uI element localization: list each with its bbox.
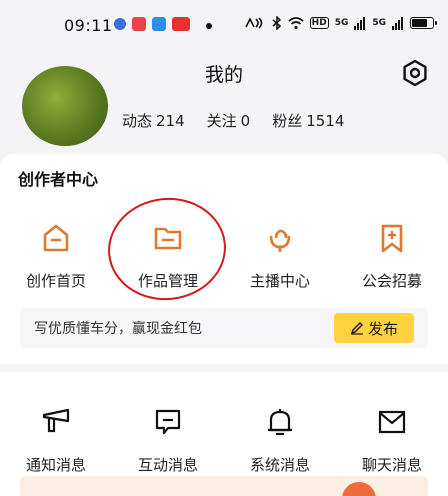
stat-followers[interactable]: 粉丝 1514 [272, 110, 344, 131]
msg-item-interaction-label: 互动消息 [137, 456, 198, 474]
creator-item-guild-label: 公会招募 [361, 272, 422, 290]
section-title-creator-center: 创作者中心 [18, 170, 99, 189]
avatar[interactable] [22, 66, 108, 146]
promo-text: 写优质懂车分，赢现金红包 [34, 321, 202, 337]
blue-app-icon [152, 17, 166, 31]
megaphone-icon [38, 404, 74, 440]
battery-icon [410, 17, 437, 29]
msg-item-system-label: 系统消息 [249, 456, 310, 474]
stat-following[interactable]: 关注 0 [207, 110, 251, 131]
creator-item-guild[interactable]: 公会招募 [336, 220, 448, 291]
profile-stats: 动态 214 关注 0 粉丝 1514 [122, 110, 344, 131]
chat-icon [150, 404, 186, 440]
pencil-icon [350, 322, 363, 335]
publish-button[interactable]: 发布 [334, 313, 414, 343]
signal-1-label: 5G [334, 18, 349, 28]
msg-item-notice-label: 通知消息 [25, 456, 86, 474]
bluetooth-icon [272, 16, 281, 30]
notification-icons [114, 17, 190, 31]
publish-button-label: 发布 [367, 319, 398, 338]
status-time: 09:11 [64, 16, 113, 35]
creator-item-anchor-label: 主播中心 [249, 272, 310, 290]
stat-posts[interactable]: 动态 214 [122, 110, 185, 131]
nfc-icon [244, 17, 262, 29]
msg-item-interaction[interactable]: 互动消息 [112, 404, 224, 475]
system-icons: HD 5G 5G [244, 16, 437, 30]
messages-grid: 通知消息 互动消息 系统消息 聊天消息 [0, 404, 448, 475]
hd-badge: HD [309, 17, 329, 29]
bookmark-plus-icon [374, 220, 410, 256]
stat-following-value: 0 [240, 112, 251, 130]
profile-summary: 动态 214 关注 0 粉丝 1514 [0, 66, 448, 148]
stat-posts-label: 动态 [122, 112, 153, 130]
signal-2-label: 5G [372, 18, 386, 28]
bottom-banner[interactable] [20, 476, 428, 496]
signal-2-icon [392, 17, 403, 30]
stat-followers-label: 粉丝 [272, 112, 303, 130]
home-icon [38, 220, 74, 256]
red-app-icon [132, 17, 146, 31]
hexagon-settings-icon[interactable] [400, 58, 430, 88]
bell-icon [262, 404, 298, 440]
msg-item-notice[interactable]: 通知消息 [0, 404, 112, 475]
banner-image [342, 482, 376, 496]
creator-item-home-label: 创作首页 [25, 272, 86, 290]
msg-item-chat[interactable]: 聊天消息 [336, 404, 448, 475]
signal-1-icon [354, 17, 366, 30]
msg-item-chat-label: 聊天消息 [361, 456, 422, 474]
stat-followers-value: 1514 [306, 112, 345, 130]
creator-item-anchor[interactable]: 主播中心 [224, 220, 336, 291]
baidu-app-icon [114, 18, 126, 30]
toutiao-app-icon [172, 17, 190, 31]
mail-icon [374, 404, 410, 440]
microphone-icon [262, 220, 298, 256]
wifi-icon [288, 17, 304, 30]
more-notifications-dot-icon [206, 23, 212, 29]
stat-posts-value: 214 [156, 112, 185, 130]
creator-item-home[interactable]: 创作首页 [0, 220, 112, 291]
stat-following-label: 关注 [206, 112, 237, 130]
msg-item-system[interactable]: 系统消息 [224, 404, 336, 475]
promo-banner[interactable]: 写优质懂车分，赢现金红包 发布 [20, 308, 428, 348]
status-bar: 09:11 HD 5G 5G [0, 0, 448, 50]
